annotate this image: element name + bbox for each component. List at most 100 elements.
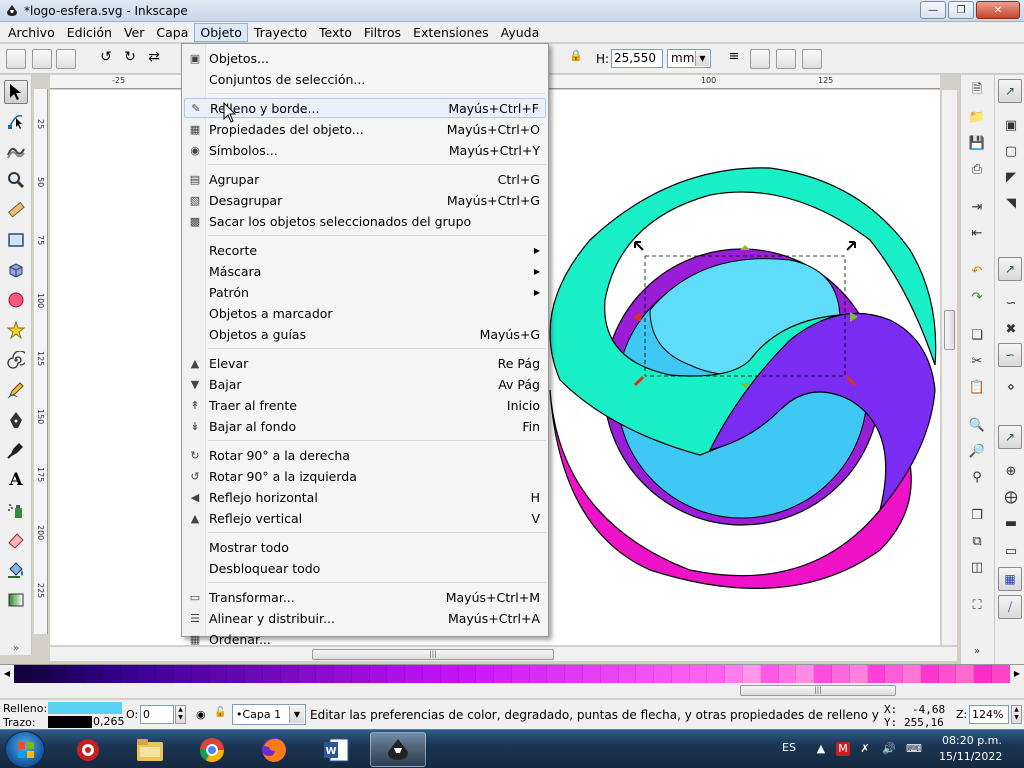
clock-date[interactable]: 15/11/2022: [939, 750, 1002, 763]
palette-swatch[interactable]: [565, 665, 583, 683]
clock-time[interactable]: 08:20 p.m.: [942, 734, 1002, 747]
taskbar-app-word[interactable]: W: [308, 732, 364, 767]
palette-swatch[interactable]: [67, 665, 86, 683]
print-icon[interactable]: ⎙: [967, 159, 987, 179]
toolbox-more-icon[interactable]: »: [4, 636, 28, 660]
box3d-tool-icon[interactable]: [4, 258, 28, 282]
new-document-icon[interactable]: 🗎: [967, 81, 987, 101]
palette-right-icon[interactable]: ▶: [1010, 665, 1024, 683]
menu-item-conjuntos-de-seleccion[interactable]: Conjuntos de selección...: [184, 69, 546, 89]
palette-swatch[interactable]: [903, 665, 921, 683]
palette-swatch[interactable]: [760, 665, 779, 683]
menu-item-mascara[interactable]: Máscara ▶: [184, 261, 546, 281]
palette-swatch[interactable]: [991, 665, 1010, 683]
zoom-input[interactable]: 124%: [969, 705, 1009, 724]
palette-swatch[interactable]: [547, 665, 566, 683]
vertical-scrollbar[interactable]: [941, 90, 957, 645]
duplicate-icon[interactable]: ❐: [967, 505, 987, 525]
paste-icon[interactable]: 📋: [967, 377, 987, 397]
palette-swatch[interactable]: [209, 665, 228, 683]
paint-bucket-tool-icon[interactable]: [4, 558, 28, 582]
network-icon[interactable]: ✗: [858, 742, 872, 756]
menu-trayecto[interactable]: Trayecto: [248, 23, 313, 42]
spray-tool-icon[interactable]: [4, 498, 28, 522]
move-patterns-icon[interactable]: [802, 49, 822, 69]
volume-icon[interactable]: 🔊: [882, 742, 896, 756]
visibility-icon[interactable]: ◉: [196, 708, 206, 721]
pen-tool-icon[interactable]: [4, 408, 28, 432]
palette-swatch[interactable]: [778, 665, 797, 683]
open-folder-icon[interactable]: 📁: [967, 107, 987, 127]
palette-swatch[interactable]: [31, 665, 50, 683]
menu-item-bajar-al-fondo[interactable]: ↡ Bajar al fondo Fin: [184, 416, 546, 436]
palette-swatch[interactable]: [636, 665, 655, 683]
menu-item-alinear-y-distribuir[interactable]: ☰ Alinear y distribuir... Mayús+Ctrl+A: [184, 608, 546, 628]
palette-swatch[interactable]: [671, 665, 690, 683]
menu-capa[interactable]: Capa: [150, 23, 194, 42]
export-icon[interactable]: ⇤: [967, 223, 987, 243]
deselect-icon[interactable]: [56, 49, 76, 69]
menu-objeto[interactable]: Objeto: [194, 22, 248, 42]
menu-item-traer-al-frente[interactable]: ↟ Traer al frente Inicio: [184, 395, 546, 415]
node-tool-icon[interactable]: [4, 109, 28, 133]
snap-guide-icon[interactable]: ⧸: [998, 595, 1022, 619]
menu-archivo[interactable]: Archivo: [2, 23, 61, 42]
palette-scrollbar[interactable]: |||: [0, 684, 1024, 698]
calligraphy-tool-icon[interactable]: [4, 438, 28, 462]
menu-item-patron[interactable]: Patrón ▶: [184, 282, 546, 302]
menu-item-mostrar-todo[interactable]: Mostrar todo: [184, 537, 546, 557]
palette-swatch[interactable]: [707, 665, 726, 683]
text-tool-icon[interactable]: A: [4, 468, 28, 492]
menu-item-transformar[interactable]: ▭ Transformar... Mayús+Ctrl+M: [184, 587, 546, 607]
menu-item-ordenar[interactable]: ▦ Ordenar...: [184, 629, 546, 649]
minimize-button[interactable]: —: [920, 1, 946, 19]
palette-swatch[interactable]: [334, 665, 352, 683]
palette-swatch[interactable]: [476, 665, 495, 683]
palette-swatch[interactable]: [387, 665, 406, 683]
copy-icon[interactable]: ❏: [967, 325, 987, 345]
palette-swatch[interactable]: [280, 665, 299, 683]
menu-item-sacar-los-objetos-seleccionados-del-grupo[interactable]: ▩ Sacar los objetos seleccionados del gru…: [184, 211, 546, 231]
snap-nodes-icon[interactable]: ↗: [998, 257, 1022, 281]
snap-bbox-corner-icon[interactable]: ◤: [1001, 167, 1021, 187]
palette-swatch[interactable]: [440, 665, 459, 683]
palette-swatch[interactable]: [191, 665, 210, 683]
palette-swatch[interactable]: [814, 665, 832, 683]
selector-tool-icon[interactable]: [4, 80, 28, 104]
taskbar-app-explorer[interactable]: [122, 732, 178, 767]
palette-swatch[interactable]: [938, 665, 957, 683]
zoom-selection-icon[interactable]: 🔍: [967, 415, 987, 435]
scale-corners-icon[interactable]: [750, 49, 770, 69]
menu-item-elevar[interactable]: ▲ Elevar Re Pág: [184, 353, 546, 373]
palette-swatch[interactable]: [369, 665, 388, 683]
palette-swatch[interactable]: [583, 665, 601, 683]
antivirus-tray-icon[interactable]: M: [836, 742, 850, 756]
taskbar-app-chrome[interactable]: [184, 732, 240, 767]
scale-stroke-icon[interactable]: ≡: [724, 49, 744, 69]
ellipse-tool-icon[interactable]: [4, 288, 28, 312]
gradient-tool-icon[interactable]: [4, 588, 28, 612]
snap-others-icon[interactable]: ↗: [998, 425, 1022, 449]
maximize-button[interactable]: ❐: [948, 1, 974, 19]
palette-swatch[interactable]: [227, 665, 246, 683]
zoom-tool-icon[interactable]: [4, 168, 28, 192]
star-tool-icon[interactable]: [4, 318, 28, 342]
menu-item-rotar-90-a-la-izquierda[interactable]: ↺ Rotar 90° a la izquierda: [184, 466, 546, 486]
snap-center-icon[interactable]: ⊕: [1001, 461, 1021, 481]
show-hidden-icons[interactable]: ▲: [814, 742, 828, 756]
scroll-thumb[interactable]: |||: [312, 649, 554, 660]
lock-icon[interactable]: 🔓: [214, 707, 226, 718]
palette-swatch[interactable]: [156, 665, 175, 683]
tweak-tool-icon[interactable]: [4, 138, 28, 162]
palette-swatch[interactable]: [529, 665, 548, 683]
select-all-icon[interactable]: [6, 49, 26, 69]
menu-item-agrupar[interactable]: ▤ Agrupar Ctrl+G: [184, 169, 546, 189]
palette-swatch[interactable]: [956, 665, 975, 683]
palette-swatch[interactable]: [102, 665, 121, 683]
palette-swatch[interactable]: [831, 665, 850, 683]
pencil-tool-icon[interactable]: [4, 378, 28, 402]
palette-left-icon[interactable]: ◀: [0, 665, 14, 683]
snap-path-icon[interactable]: ∽: [1001, 293, 1021, 313]
palette-swatch[interactable]: [885, 665, 904, 683]
menu-item-reflejo-vertical[interactable]: ▲ Reflejo vertical V: [184, 508, 546, 528]
